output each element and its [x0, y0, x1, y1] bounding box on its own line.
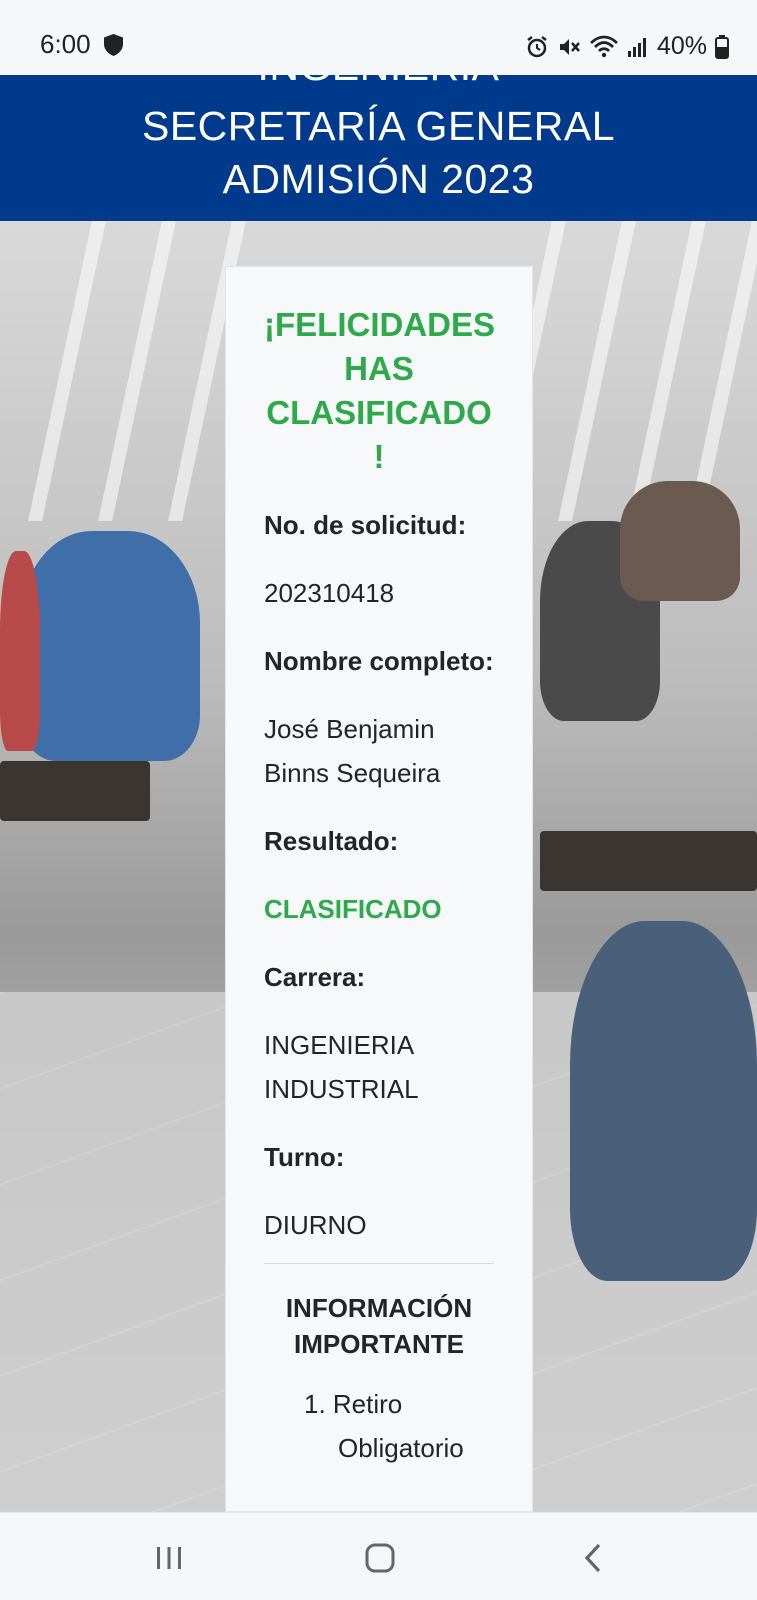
page-header: INGENIERIA SECRETARÍA GENERAL ADMISIÓN 2… [0, 75, 757, 221]
shift-value: DIURNO [264, 1210, 367, 1240]
header-title: SECRETARÍA GENERAL [141, 103, 616, 149]
full-name-value: José Benjamin Binns Sequeira [264, 714, 441, 788]
recent-apps-icon [157, 1547, 181, 1569]
list-item: 1. Retiro [304, 1389, 403, 1419]
status-time: 6:00 [40, 29, 91, 59]
result-card: ¡FELICIDADES HAS CLASIFICADO ! No. de so… [225, 266, 533, 1512]
back-button[interactable] [568, 1533, 618, 1583]
important-info-list: 1. Retiro Obligatorio [264, 1382, 494, 1470]
request-number-value: 202310418 [264, 578, 395, 608]
career-value: INGENIERIA INDUSTRIAL [264, 1030, 419, 1104]
request-number-label: No. de solicitud: [264, 510, 467, 540]
career-label: Carrera: [264, 962, 366, 992]
recent-apps-button[interactable] [144, 1533, 194, 1583]
divider [264, 1263, 494, 1264]
status-bar: 6:00 40% [0, 0, 757, 75]
battery-percent: 40% [656, 32, 707, 60]
important-info-title: INFORMACIÓN IMPORTANTE [285, 1293, 473, 1359]
result-value: CLASIFICADO [264, 894, 442, 924]
home-button[interactable] [355, 1533, 405, 1583]
congrats-heading: ¡FELICIDADES HAS CLASIFICADO ! [264, 306, 495, 475]
shield-icon [104, 34, 123, 56]
signal-icon [627, 37, 646, 57]
full-name-label: Nombre completo: [264, 646, 494, 676]
battery-icon [715, 34, 729, 59]
alarm-icon [527, 35, 547, 57]
header-faculty: INGENIERIA [0, 75, 757, 90]
mute-icon [559, 38, 580, 55]
status-icons: 40% [525, 32, 729, 61]
list-item: Obligatorio [338, 1433, 464, 1463]
result-label: Resultado: [264, 826, 399, 856]
shift-label: Turno: [264, 1142, 345, 1172]
wifi-icon [589, 35, 618, 57]
header-subtitle: ADMISIÓN 2023 [222, 156, 535, 202]
system-nav-bar [0, 1512, 757, 1600]
home-icon [365, 1543, 395, 1573]
back-icon [584, 1543, 601, 1573]
